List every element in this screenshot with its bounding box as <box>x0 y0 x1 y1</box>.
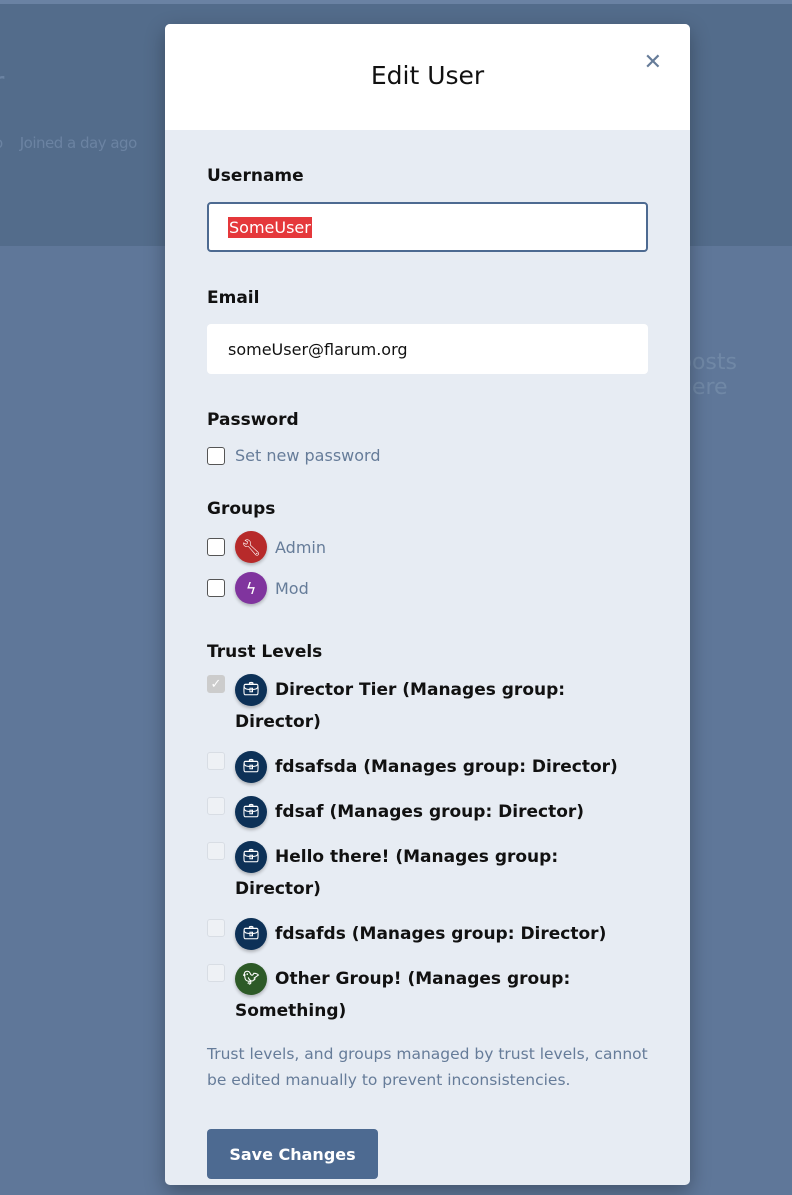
trust-level-label: fdsafds (Manages group: Director) <box>275 924 607 944</box>
username-label: Username <box>207 166 304 186</box>
edit-user-modal: Edit User ✕ Username SomeUser Email some… <box>165 24 690 1185</box>
briefcase-icon: 💼︎ <box>235 796 267 828</box>
trust-level-item: 🐦︎ Other Group! (Manages group: Something… <box>207 963 648 1027</box>
email-label: Email <box>207 288 260 308</box>
set-password-option[interactable]: Set new password <box>207 446 648 465</box>
briefcase-icon: 💼︎ <box>235 841 267 873</box>
trust-level-checkbox: ✓ <box>207 675 225 693</box>
briefcase-icon: 💼︎ <box>235 674 267 706</box>
joined-info: o Joined a day ago <box>0 134 137 152</box>
group-mod[interactable]: ϟ Mod <box>207 572 648 604</box>
trust-levels-help: Trust levels, and groups managed by trus… <box>207 1045 648 1089</box>
trust-level-item: ✓ 💼︎ Director Tier (Manages group: Directo… <box>207 674 648 738</box>
trust-level-checkbox <box>207 842 225 860</box>
wrench-icon: 🔧︎ <box>235 531 267 563</box>
trust-level-item: 💼︎ fdsaf (Manages group: Director) <box>207 796 648 828</box>
modal-header: Edit User ✕ <box>165 24 690 130</box>
briefcase-icon: 💼︎ <box>235 918 267 950</box>
crow-icon: 🐦︎ <box>235 963 267 995</box>
posts-placeholder: posts here <box>678 350 737 400</box>
trust-level-item: 💼︎ fdsafds (Manages group: Director) <box>207 918 648 950</box>
trust-level-label: Other Group! (Manages group: Something) <box>235 969 571 1021</box>
trust-level-checkbox <box>207 919 225 937</box>
group-checkbox[interactable] <box>207 579 225 597</box>
username-background: r <box>0 66 4 101</box>
trust-level-checkbox <box>207 752 225 770</box>
trust-level-label: fdsafsda (Manages group: Director) <box>275 757 618 777</box>
groups-label: Groups <box>207 499 276 519</box>
trust-level-label: Hello there! (Manages group: Director) <box>235 847 559 899</box>
briefcase-icon: 💼︎ <box>235 751 267 783</box>
trust-level-item: 💼︎ fdsafsda (Manages group: Director) <box>207 751 648 783</box>
trust-level-label: Director Tier (Manages group: Director) <box>235 680 566 732</box>
save-changes-button[interactable]: Save Changes <box>207 1129 378 1179</box>
close-icon[interactable]: ✕ <box>644 50 662 75</box>
modal-title: Edit User <box>370 61 485 90</box>
password-label: Password <box>207 410 299 430</box>
username-input[interactable]: SomeUser <box>207 202 648 252</box>
group-checkbox[interactable] <box>207 538 225 556</box>
group-admin[interactable]: 🔧︎ Admin <box>207 531 648 563</box>
trust-level-item: 💼︎ Hello there! (Manages group: Director) <box>207 841 648 905</box>
trust-level-label: fdsaf (Manages group: Director) <box>275 802 585 822</box>
trust-level-checkbox <box>207 797 225 815</box>
bolt-icon: ϟ <box>235 572 267 604</box>
trust-levels-label: Trust Levels <box>207 642 323 662</box>
set-password-checkbox[interactable] <box>207 446 225 465</box>
trust-level-checkbox <box>207 964 225 982</box>
email-input[interactable]: someUser@flarum.org <box>207 324 648 374</box>
